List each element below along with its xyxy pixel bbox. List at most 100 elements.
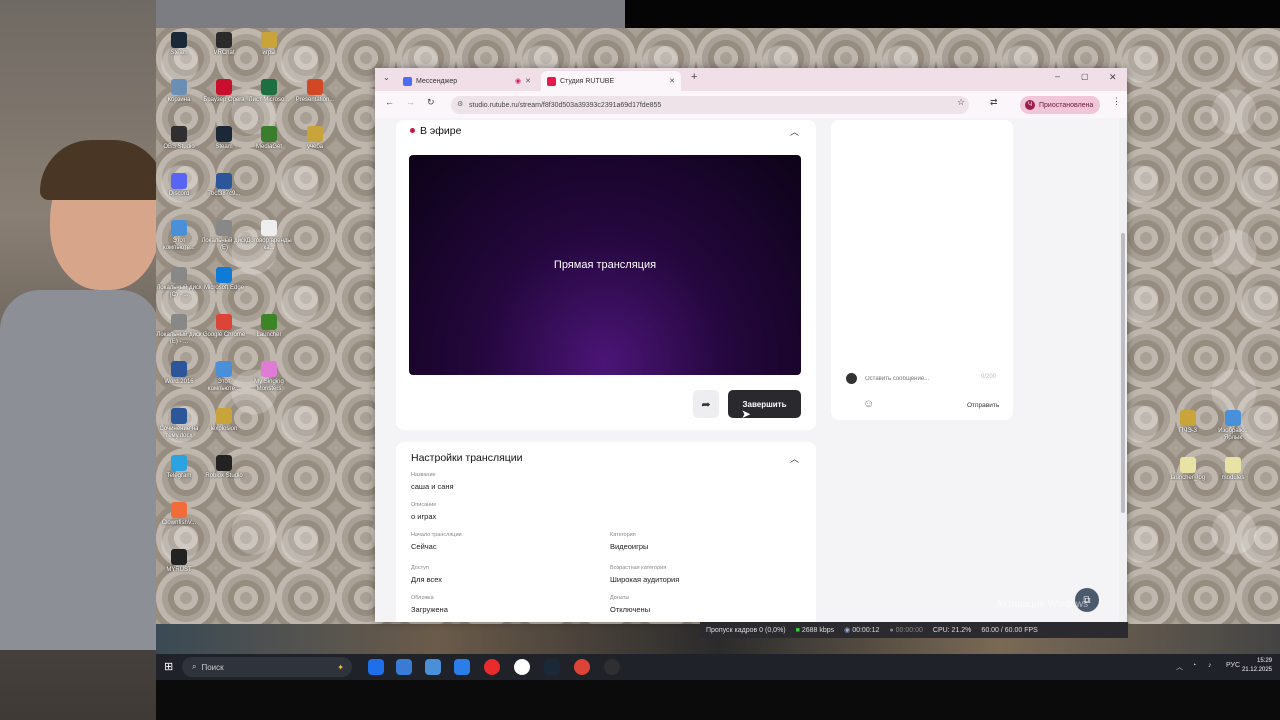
desktop-icon[interactable]: Word 2016 [156,361,202,386]
desktop-icon[interactable]: Telegram [156,455,202,480]
desktop-icon[interactable]: Этот компьюте... [156,220,202,252]
file-icon [1180,410,1196,426]
desktop-icon[interactable]: My Singing Monsters [246,361,292,393]
desktop-icon-label: Google Chrome [202,332,246,338]
desktop-icon[interactable]: Google Chrome [201,314,247,339]
desktop-icon-label: Договор аренды ка... [246,238,292,251]
windows-start-icon[interactable]: ⊞ [164,660,173,673]
taskbar-yandex-icon[interactable] [484,659,500,675]
bitrate-indicator-icon: ■ [795,626,800,634]
window-close-icon[interactable]: ✕ [1109,72,1117,83]
chat-send-button[interactable]: Отправить [967,402,999,409]
wifi-icon[interactable]: ◔ [1192,662,1196,669]
desktop-icon-label: Локальный диск (C) - ... [156,285,202,298]
desktop-icon-label: Steam [215,144,233,150]
url-field[interactable]: ⚙ studio.rutube.ru/stream/f8f30d503a3939… [451,96,969,114]
app-icon [216,79,232,95]
profile-button[interactable]: Ч Приостановлена [1020,96,1100,114]
desktop-icon-label: Microsoft Edge [203,285,245,291]
stream-description-value: о играх [411,512,437,521]
desktop-icon[interactable]: ПЧЭ-3 [1165,410,1211,435]
stream-preview[interactable]: Прямая трансляция [409,155,801,375]
app-icon [171,549,187,565]
desktop-icon[interactable]: Steam [201,126,247,151]
extensions-icon[interactable]: ⇄ [990,97,998,108]
desktop-icon[interactable]: Сочинение на тему.docx [156,408,202,440]
app-icon [216,361,232,377]
scrollbar-thumb[interactable] [1121,233,1125,513]
desktop-icon[interactable]: 7bcf387c9... [201,173,247,198]
desktop-icon[interactable]: Лист Microsо... [246,79,292,104]
taskbar-yandex-browser-icon[interactable] [514,659,530,675]
minimize-icon[interactable]: – [1055,71,1060,81]
menu-dots-icon[interactable]: ⋮ [1112,96,1121,107]
desktop-icon-label: Launcher [256,332,282,338]
desktop-icon[interactable]: игры [246,32,292,57]
desktop-icon[interactable]: учеба [292,126,338,151]
taskbar-steam-icon[interactable] [544,659,560,675]
desktop-icon[interactable]: Локальный диск (E) - ... [156,314,202,346]
new-tab-icon[interactable]: + [691,71,697,83]
taskbar-search[interactable]: ⌕ Поиск ✦ [182,657,352,677]
tab-rutube-studio[interactable]: Студия RUTUBE ✕ [541,71,681,91]
desktop-icon[interactable]: Локальный диск (C) - ... [156,267,202,299]
desktop-icon[interactable]: Локальный диск (E) [201,220,247,252]
desktop-icon[interactable]: MediaGet [246,126,292,151]
tab-list-chevron-icon[interactable]: ⌄ [383,73,390,82]
volume-icon[interactable]: ♪ [1208,662,1212,669]
app-icon [171,220,187,236]
taskbar-clock[interactable]: 15:29 21.12.2025 [1242,657,1272,675]
desktop-icon-label: Изображ... Ярлык [1218,428,1248,441]
bookmark-star-icon[interactable]: ☆ [957,97,965,108]
app-icon [307,126,323,142]
obs-dropped-frames: Пропуск кадров 0 (0,0%) [706,626,786,634]
desktop-icon[interactable]: Microsoft Edge [201,267,247,292]
desktop-icon[interactable]: modules [1210,457,1256,482]
collapse-chevron-icon[interactable]: ︿ [790,452,799,465]
reload-icon[interactable]: ↻ [427,97,435,108]
desktop-icon[interactable]: Корзина [156,79,202,104]
close-icon[interactable]: ✕ [669,77,675,85]
taskbar-vpn-icon[interactable] [368,659,384,675]
desktop-icon[interactable]: Presentation... [292,79,338,104]
obs-fps: 60.00 / 60.00 FPS [981,626,1038,634]
desktop-icon[interactable]: Договор аренды ка... [246,220,292,252]
desktop-icon[interactable]: OBS Studio [156,126,202,151]
taskbar-explorer-icon[interactable] [425,659,441,675]
clock-time: 15:29 [1256,658,1272,664]
desktop-icon-label: lexplosion [210,426,238,432]
share-button[interactable]: ➦ [693,390,719,418]
emoji-icon[interactable]: ☺ [863,398,874,410]
taskbar-store-icon[interactable] [454,659,470,675]
stream-start-value: Сейчас [411,542,437,551]
field-label: Доступ [411,565,429,571]
tab-messenger[interactable]: Мессенджер ◉ ✕ [397,71,537,91]
desktop-icon[interactable]: lexplosion [201,408,247,433]
site-info-icon[interactable]: ⚙ [457,100,463,108]
end-stream-button[interactable]: Завершить [728,390,801,418]
back-icon[interactable]: ← [385,97,394,107]
tray-chevron-icon[interactable]: ︿ [1176,662,1183,672]
language-indicator[interactable]: РУС [1226,662,1240,669]
close-icon[interactable]: ✕ [525,77,531,85]
forward-icon[interactable]: → [406,97,415,107]
desktop-icon[interactable]: Браузер Opera [201,79,247,104]
maximize-icon[interactable]: ▢ [1081,72,1089,81]
browser-window: ⌄ Мессенджер ◉ ✕ Студия RUTUBE ✕ + – ▢ ✕… [375,68,1127,622]
desktop-icon[interactable]: launcher_log [1165,457,1211,482]
taskbar-chrome-icon[interactable] [574,659,590,675]
desktop-icon[interactable]: MYRUST [156,549,202,574]
desktop-icon[interactable]: Launcher [246,314,292,339]
desktop-icon[interactable]: Этот компьюте... [201,361,247,393]
desktop-icon[interactable]: Roblox Studio [201,455,247,480]
desktop-icon[interactable]: Изображ... Ярлык [1210,410,1256,442]
chat-message-input[interactable] [863,371,977,387]
desktop-icon[interactable]: Steam [156,32,202,57]
desktop-icon[interactable]: Discord [156,173,202,198]
desktop-icon[interactable]: ClownfishV... [156,502,202,527]
collapse-chevron-icon[interactable]: ︿ [790,125,799,138]
desktop-icon[interactable]: VRChat [201,32,247,57]
desktop-icon-label: My Singing Monsters [254,379,284,392]
taskbar-obs-icon[interactable] [604,659,620,675]
taskbar-task-view-icon[interactable] [396,659,412,675]
